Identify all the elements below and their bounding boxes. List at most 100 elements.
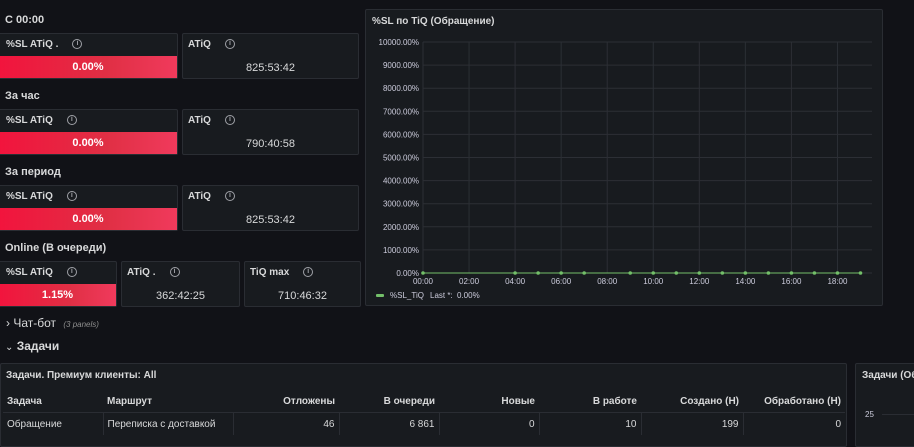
x-tick-label: 14:00 (735, 277, 756, 286)
chevron-right-icon: › (6, 316, 10, 330)
data-point (582, 271, 586, 275)
atiq-panel-1[interactable]: ATiQ i 825:53:42 (182, 33, 359, 79)
data-point (559, 271, 563, 275)
panel-title: Задачи (Об (862, 370, 914, 381)
sl-atiq-panel-1[interactable]: %SL ATiQ . i 0.00% (0, 33, 178, 79)
legend-series-name: %SL_TiQ (390, 291, 424, 300)
sl-value-bar: 0.00% (0, 132, 177, 154)
table-cell: Обращение (7, 418, 62, 430)
sl-value-bar: 1.15% (0, 284, 116, 306)
y-tick-label: 8000.00% (383, 84, 419, 93)
x-tick-label: 18:00 (827, 277, 848, 286)
tasks-row-header[interactable]: ⌄ Задачи (5, 339, 59, 353)
y-axis-tick: 25 (865, 410, 874, 419)
online-tiq-max-panel[interactable]: TiQ max i 710:46:32 (244, 261, 361, 307)
panel-title: ATiQ (188, 191, 211, 202)
panel-title: %SL ATiQ (6, 115, 53, 126)
y-tick-label: 5000.00% (383, 154, 419, 163)
column-header[interactable]: Обработано (Н) (743, 390, 845, 413)
table-header-row: Задача Маршрут Отложены В очереди Новые … (3, 390, 845, 413)
data-point (812, 271, 817, 275)
data-point (835, 271, 840, 275)
line-chart: 10000.00% 9000.00% 8000.00% 7000.00% 6000.00… (376, 38, 872, 300)
y-tick-label: 1000.00% (383, 246, 419, 255)
info-icon[interactable]: i (224, 115, 235, 126)
x-tick-label: 02:00 (459, 277, 480, 286)
sl-atiq-panel-3[interactable]: %SL ATiQ i 0.00% (0, 185, 178, 231)
table-cell: 0 (438, 412, 539, 435)
data-point (697, 271, 702, 275)
column-header[interactable]: В работе (539, 390, 641, 413)
column-header[interactable]: Новые (439, 390, 539, 413)
data-point (766, 271, 771, 275)
online-atiq-panel[interactable]: ATiQ . i 362:42:25 (121, 261, 240, 307)
sl-atiq-panel-2[interactable]: %SL ATiQ i 0.00% (0, 109, 178, 155)
data-point (789, 271, 794, 275)
data-point (421, 271, 425, 275)
info-icon[interactable]: i (66, 267, 77, 278)
table-cell: 199 (640, 412, 743, 435)
tasks-table: Задача Маршрут Отложены В очереди Новые … (3, 390, 845, 435)
atiq-panel-2[interactable]: ATiQ i 790:40:58 (182, 109, 359, 155)
data-point (536, 271, 540, 275)
sl-value-bar: 0.00% (0, 208, 177, 230)
info-icon[interactable]: i (224, 39, 235, 50)
atiq-panel-3[interactable]: ATiQ i 825:53:42 (182, 185, 359, 231)
grid-line (882, 414, 914, 415)
table-title: Задачи. Премиум клиенты: All (6, 370, 157, 381)
data-point (674, 271, 679, 275)
column-header[interactable]: Маршрут (103, 390, 233, 413)
chevron-down-icon: ⌄ (5, 342, 14, 353)
y-tick-label: 7000.00% (383, 107, 419, 116)
x-tick-label: 06:00 (551, 277, 572, 286)
x-tick-label: 16:00 (781, 277, 802, 286)
info-icon[interactable]: i (224, 191, 235, 202)
tiq-max-value: 710:46:32 (278, 290, 327, 302)
panel-title: ATiQ (188, 115, 211, 126)
table-cell: Переписка с доставкой (102, 412, 233, 435)
table-cell: 10 (538, 412, 641, 435)
info-icon[interactable]: i (303, 267, 314, 278)
data-point (858, 271, 863, 275)
panel-title: ATiQ . (127, 267, 156, 278)
column-header[interactable]: Создано (Н) (641, 390, 743, 413)
panel-title: ATiQ (188, 39, 211, 50)
column-header[interactable]: Задача (3, 390, 103, 413)
x-tick-label: 08:00 (597, 277, 618, 286)
group-2-title: За час (5, 90, 40, 102)
table-row: Обращение Переписка с доставкой 46 6 861… (3, 412, 845, 435)
y-tick-label: 6000.00% (383, 130, 419, 139)
column-header[interactable]: В очереди (339, 390, 439, 413)
atiq-value: 825:53:42 (246, 62, 295, 74)
online-sl-panel[interactable]: %SL ATiQ i 1.15% (0, 261, 117, 307)
info-icon[interactable]: i (66, 191, 77, 202)
column-header[interactable]: Отложены (233, 390, 339, 413)
table-cell: 46 (232, 412, 339, 435)
info-icon[interactable]: i (169, 267, 180, 278)
row-title: Чат-бот (13, 316, 57, 330)
panel-title: %SL ATiQ (6, 267, 53, 278)
y-tick-label: 3000.00% (383, 200, 419, 209)
y-tick-label: 4000.00% (383, 177, 419, 186)
panel-title: %SL ATiQ . (6, 39, 59, 50)
info-icon[interactable]: i (72, 39, 83, 50)
atiq-value: 362:42:25 (156, 290, 205, 302)
panel-title: %SL ATiQ (6, 191, 53, 202)
atiq-value: 790:40:58 (246, 138, 295, 150)
chatbot-row-header[interactable]: › Чат-бот (3 panels) (6, 316, 99, 330)
legend-last-value: 0.00% (457, 291, 480, 300)
sl-tiq-chart-panel[interactable]: %SL по TiQ (Обращение) 10000.00% 9000.00%… (365, 9, 883, 306)
panel-title: TiQ max (250, 267, 290, 278)
table-cell: 0 (742, 412, 845, 435)
data-point (743, 271, 748, 275)
tasks-table-panel[interactable]: Задачи. Премиум клиенты: All Задача Марш… (0, 363, 847, 447)
y-tick-label: 10000.00% (379, 38, 419, 47)
legend-swatch (376, 294, 384, 297)
info-icon[interactable]: i (66, 115, 77, 126)
x-tick-label: 00:00 (413, 277, 434, 286)
table-cell: 6 861 (338, 412, 439, 435)
tasks-right-panel[interactable]: Задачи (Об 25 (855, 363, 914, 447)
atiq-value: 825:53:42 (246, 214, 295, 226)
x-tick-label: 10:00 (643, 277, 664, 286)
online-title: Online (В очереди) (5, 242, 107, 254)
